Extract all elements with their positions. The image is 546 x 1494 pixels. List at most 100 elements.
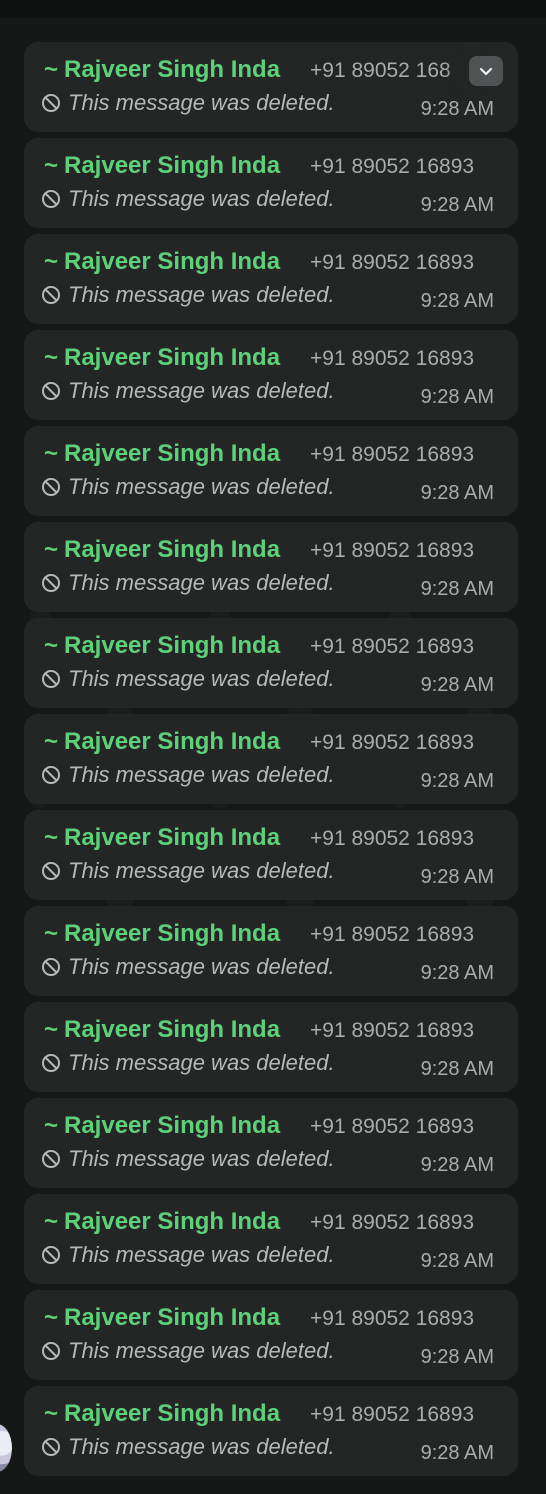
sender-phone[interactable]: +91 89052 16893: [310, 825, 474, 853]
sender-phone[interactable]: +91 89052 16893: [310, 1401, 474, 1429]
sender-prefix: ~: [44, 728, 59, 755]
message-time: 9:28 AM: [420, 770, 494, 792]
message-bubble[interactable]: ~ Rajveer Singh Inda +91 89052 16893 Thi…: [24, 426, 518, 516]
sender-phone[interactable]: +91 89052 16893: [310, 249, 474, 277]
message-time: 9:28 AM: [420, 962, 494, 984]
prohibited-icon: [42, 1150, 60, 1168]
sender-prefix: ~: [44, 632, 59, 659]
sender-phone[interactable]: +91 89052 16893: [310, 345, 474, 373]
prohibited-icon: [42, 382, 60, 400]
message-bubble[interactable]: ~ Rajveer Singh Inda +91 89052 16893 Thi…: [24, 714, 518, 804]
sender-name[interactable]: Rajveer Singh Inda: [64, 440, 280, 468]
message-time: 9:28 AM: [420, 1442, 494, 1464]
sender-prefix: ~: [44, 920, 59, 947]
message-bubble[interactable]: ~ Rajveer Singh Inda +91 89052 16893 Thi…: [24, 138, 518, 228]
message-time: 9:28 AM: [420, 1346, 494, 1368]
message-text: This message was deleted.: [68, 858, 335, 883]
message-bubble[interactable]: ~ Rajveer Singh Inda +91 89052 16893 Thi…: [24, 1194, 518, 1284]
sender-name[interactable]: Rajveer Singh Inda: [64, 824, 280, 852]
sender-phone[interactable]: +91 89052 16893: [310, 921, 474, 949]
message-bubble[interactable]: ~ Rajveer Singh Inda +91 89052 16893 Thi…: [24, 234, 518, 324]
prohibited-icon: [42, 1054, 60, 1072]
sender-name[interactable]: Rajveer Singh Inda: [64, 920, 280, 948]
prohibited-icon: [42, 1342, 60, 1360]
prohibited-icon: [42, 1438, 60, 1456]
prohibited-icon: [42, 670, 60, 688]
sender-phone[interactable]: +91 89052 16893: [310, 441, 474, 469]
message-bubble[interactable]: ~ Rajveer Singh Inda +91 89052 16893 Thi…: [24, 1386, 518, 1476]
message-time: 9:28 AM: [420, 1154, 494, 1176]
message-bubble[interactable]: ~ Rajveer Singh Inda +91 89052 16893 Thi…: [24, 1290, 518, 1380]
message-text: This message was deleted.: [68, 1434, 335, 1459]
message-text: This message was deleted.: [68, 954, 335, 979]
message-time: 9:28 AM: [420, 98, 494, 120]
message-text: This message was deleted.: [68, 186, 335, 211]
sender-prefix: ~: [44, 344, 59, 371]
sender-name[interactable]: Rajveer Singh Inda: [64, 152, 280, 180]
sender-phone[interactable]: +91 89052 16893: [310, 1017, 474, 1045]
prohibited-icon: [42, 286, 60, 304]
message-text: This message was deleted.: [68, 1146, 335, 1171]
prohibited-icon: [42, 1246, 60, 1264]
message-bubble[interactable]: ~ Rajveer Singh Inda +91 89052 16893 Thi…: [24, 522, 518, 612]
sender-prefix: ~: [44, 440, 59, 467]
sender-name[interactable]: Rajveer Singh Inda: [64, 248, 280, 276]
message-time: 9:28 AM: [420, 194, 494, 216]
message-time: 9:28 AM: [420, 578, 494, 600]
message-bubble[interactable]: ~ Rajveer Singh Inda +91 89052 16893 Thi…: [24, 906, 518, 996]
sender-phone[interactable]: +91 89052 16893: [310, 1209, 474, 1237]
sender-prefix: ~: [44, 152, 59, 179]
message-bubble[interactable]: ~ Rajveer Singh Inda +91 89052 16893 Thi…: [24, 618, 518, 708]
sender-prefix: ~: [44, 56, 59, 83]
sender-phone[interactable]: +91 89052 16893: [310, 1305, 474, 1333]
message-bubble[interactable]: ~ Rajveer Singh Inda +91 89052 16893 Thi…: [24, 1098, 518, 1188]
sender-phone[interactable]: +91 89052 16893: [310, 729, 474, 757]
message-time: 9:28 AM: [420, 386, 494, 408]
message-bubble[interactable]: ~ Rajveer Singh Inda +91 89052 16893 Thi…: [24, 810, 518, 900]
sender-name[interactable]: Rajveer Singh Inda: [64, 1208, 280, 1236]
sender-name[interactable]: Rajveer Singh Inda: [64, 1304, 280, 1332]
sender-name[interactable]: Rajveer Singh Inda: [64, 1400, 280, 1428]
message-bubble[interactable]: ~ Rajveer Singh Inda +91 89052 16893 Thi…: [24, 1002, 518, 1092]
prohibited-icon: [42, 958, 60, 976]
message-text: This message was deleted.: [68, 666, 335, 691]
top-strip: [0, 0, 546, 18]
sender-phone[interactable]: +91 89052 16893: [310, 1113, 474, 1141]
message-text: This message was deleted.: [68, 1242, 335, 1267]
prohibited-icon: [42, 190, 60, 208]
sender-phone[interactable]: +91 89052 16893: [310, 537, 474, 565]
message-text: This message was deleted.: [68, 282, 335, 307]
sender-phone[interactable]: +91 89052 168: [310, 57, 451, 85]
sender-prefix: ~: [44, 248, 59, 275]
sender-name[interactable]: Rajveer Singh Inda: [64, 536, 280, 564]
message-bubble[interactable]: ~ Rajveer Singh Inda +91 89052 168 This …: [24, 42, 518, 132]
sender-name[interactable]: Rajveer Singh Inda: [64, 632, 280, 660]
sender-prefix: ~: [44, 536, 59, 563]
sender-name[interactable]: Rajveer Singh Inda: [64, 56, 280, 84]
message-text: This message was deleted.: [68, 1050, 335, 1075]
sender-name[interactable]: Rajveer Singh Inda: [64, 344, 280, 372]
sender-prefix: ~: [44, 1208, 59, 1235]
chevron-down-icon: [479, 67, 493, 76]
message-text: This message was deleted.: [68, 1338, 335, 1363]
sender-name[interactable]: Rajveer Singh Inda: [64, 1016, 280, 1044]
message-bubble[interactable]: ~ Rajveer Singh Inda +91 89052 16893 Thi…: [24, 330, 518, 420]
sender-name[interactable]: Rajveer Singh Inda: [64, 728, 280, 756]
message-list[interactable]: ~ Rajveer Singh Inda +91 89052 168 This …: [24, 42, 518, 1482]
message-time: 9:28 AM: [420, 482, 494, 504]
prohibited-icon: [42, 574, 60, 592]
message-time: 9:28 AM: [420, 290, 494, 312]
sender-prefix: ~: [44, 1400, 59, 1427]
sender-prefix: ~: [44, 1016, 59, 1043]
message-menu-button[interactable]: [469, 56, 503, 86]
message-text: This message was deleted.: [68, 570, 335, 595]
sender-phone[interactable]: +91 89052 16893: [310, 633, 474, 661]
message-text: This message was deleted.: [68, 90, 335, 115]
sender-prefix: ~: [44, 824, 59, 851]
sender-phone[interactable]: +91 89052 16893: [310, 153, 474, 181]
sender-name[interactable]: Rajveer Singh Inda: [64, 1112, 280, 1140]
message-time: 9:28 AM: [420, 1058, 494, 1080]
message-time: 9:28 AM: [420, 1250, 494, 1272]
sender-prefix: ~: [44, 1112, 59, 1139]
sender-prefix: ~: [44, 1304, 59, 1331]
